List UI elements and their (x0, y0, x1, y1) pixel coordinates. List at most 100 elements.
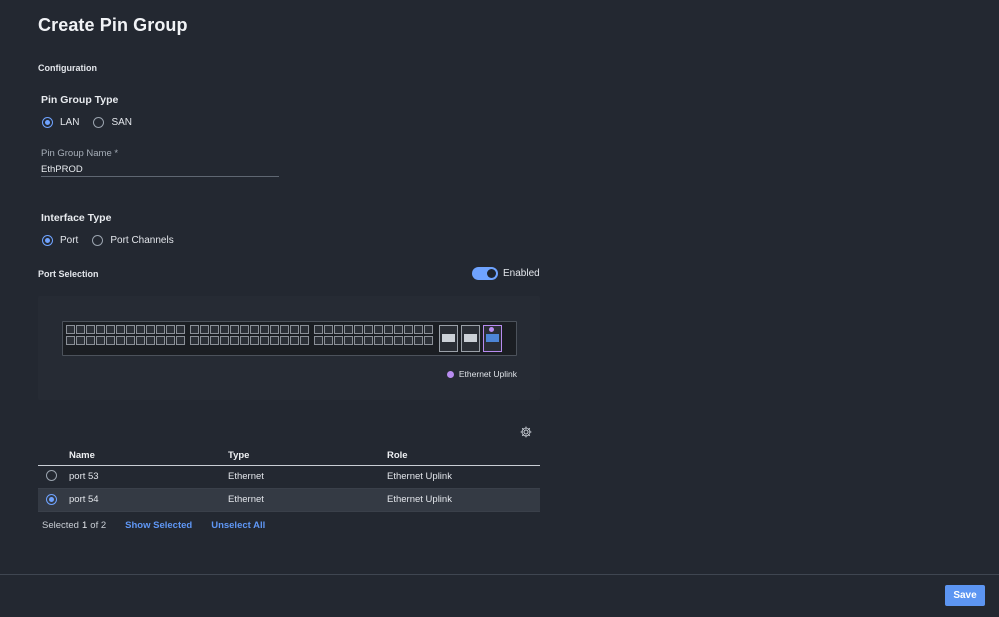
column-name[interactable]: Name (69, 447, 228, 466)
switch-port (300, 336, 309, 345)
row-select-cell (38, 488, 69, 512)
switch-port (240, 325, 249, 334)
switch-port (200, 325, 209, 334)
switch-port (126, 336, 135, 345)
switch-port (344, 325, 353, 334)
radio-option-san[interactable]: SAN (93, 117, 132, 128)
table-header-row: Name Type Role (38, 447, 540, 466)
switch-port (220, 325, 229, 334)
pin-group-name-input[interactable] (41, 162, 279, 177)
switch-port (146, 336, 155, 345)
column-type[interactable]: Type (228, 447, 387, 466)
switch-panel: Ethernet Uplink (38, 296, 540, 400)
cell-type: Ethernet (228, 465, 387, 489)
switch-port (146, 325, 155, 334)
switch-port (220, 336, 229, 345)
selection-summary: Selected 1 of 2 Show Selected Unselect A… (42, 520, 265, 531)
legend-label: Ethernet Uplink (458, 369, 517, 379)
switch-port (86, 336, 95, 345)
switch-port (354, 325, 363, 334)
switch-port (190, 325, 199, 334)
toggle-label: Enabled (503, 268, 540, 279)
switch-port (136, 325, 145, 334)
row-radio[interactable] (46, 469, 57, 481)
radio-port-label: Port (60, 235, 79, 246)
radio-port-channels[interactable] (92, 235, 104, 246)
switch-port (424, 325, 433, 334)
switch-port (260, 336, 269, 345)
switch-port (106, 336, 115, 345)
switch-port (176, 325, 185, 334)
switch-port (190, 336, 199, 345)
switch-port (96, 336, 105, 345)
switch-chassis (62, 321, 517, 356)
switch-port (176, 336, 185, 345)
selected-count: 1 (81, 520, 88, 531)
pin-group-name-label: Pin Group Name * (41, 148, 119, 159)
save-button[interactable]: Save (945, 585, 985, 606)
uplink-port[interactable] (439, 325, 458, 352)
switch-port (156, 325, 165, 334)
switch-port (270, 336, 279, 345)
port-selection-toggle-wrap[interactable]: Enabled (472, 267, 540, 280)
table-row[interactable]: port 53 Ethernet Ethernet Uplink (38, 465, 540, 489)
radio-port-channels-label: Port Channels (110, 235, 174, 246)
switch-port (106, 325, 115, 334)
cell-role: Ethernet Uplink (387, 488, 540, 512)
switch-port (166, 325, 175, 334)
table-row[interactable]: port 54 Ethernet Ethernet Uplink (38, 488, 540, 512)
unselect-all-link[interactable]: Unselect All (211, 520, 265, 531)
switch-port (300, 325, 309, 334)
footer-divider (0, 574, 999, 575)
switch-port (324, 336, 333, 345)
switch-port (344, 336, 353, 345)
switch-port (76, 336, 85, 345)
uplink-port[interactable] (461, 325, 480, 352)
port-selection-toggle[interactable] (472, 267, 498, 280)
switch-port (374, 325, 383, 334)
port-block (314, 325, 434, 352)
selected-prefix: Selected (42, 520, 79, 531)
switch-port (76, 325, 85, 334)
switch-port (66, 336, 75, 345)
switch-port (354, 336, 363, 345)
port-grid (66, 325, 505, 352)
radio-lan[interactable] (42, 117, 53, 128)
switch-port (324, 325, 333, 334)
port-block (66, 325, 186, 352)
switch-port (334, 325, 343, 334)
uplink-port[interactable] (483, 325, 502, 352)
switch-port (280, 336, 289, 345)
radio-option-port-channels[interactable]: Port Channels (92, 235, 174, 246)
gear-icon[interactable] (520, 426, 532, 438)
radio-option-port[interactable]: Port (42, 235, 78, 246)
switch-port (384, 336, 393, 345)
switch-port (250, 336, 259, 345)
switch-port (290, 325, 299, 334)
configuration-label: Configuration (38, 63, 97, 73)
radio-port[interactable] (42, 235, 53, 246)
switch-port (290, 336, 299, 345)
switch-port (116, 336, 125, 345)
switch-port (424, 336, 433, 345)
switch-port (394, 325, 403, 334)
cell-name: port 53 (69, 465, 228, 489)
port-selection-label: Port Selection (38, 269, 99, 279)
switch-port (414, 325, 423, 334)
column-role[interactable]: Role (387, 447, 540, 466)
switch-port (66, 325, 75, 334)
switch-port (404, 325, 413, 334)
switch-port (126, 325, 135, 334)
switch-port (334, 336, 343, 345)
legend: Ethernet Uplink (446, 369, 517, 379)
pin-group-type-radio-group: LAN SAN (42, 117, 146, 128)
switch-port (136, 336, 145, 345)
switch-port (210, 325, 219, 334)
row-radio[interactable] (46, 494, 57, 505)
radio-san[interactable] (93, 117, 105, 128)
switch-port (384, 325, 393, 334)
radio-option-lan[interactable]: LAN (42, 117, 79, 128)
show-selected-link[interactable]: Show Selected (125, 520, 192, 531)
ports-table: Name Type Role port 53 Ethernet Ethernet… (38, 447, 540, 512)
switch-port (374, 336, 383, 345)
